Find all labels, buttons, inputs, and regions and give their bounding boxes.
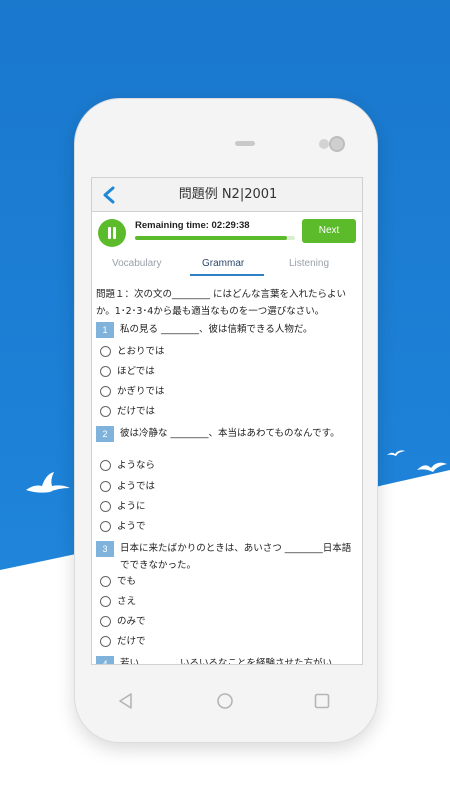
radio-button[interactable] (100, 576, 111, 587)
answer-option[interactable]: さえ (100, 594, 300, 610)
radio-button[interactable] (100, 501, 111, 512)
question-text: 若い________ いろいろなことを経験させた方がい (120, 658, 333, 665)
question-text: 私の見る ________、彼は信頼できる人物だ。 (120, 324, 313, 335)
radio-button[interactable] (100, 596, 111, 607)
instruction-text: 問題１：次の文の________ にはどんな言葉を入れたらよいか。1･2･3･4… (96, 289, 347, 317)
bird-icon (387, 450, 405, 456)
answer-option[interactable]: ようなら (100, 458, 300, 474)
question-number: 4 (96, 656, 114, 664)
radio-button[interactable] (100, 386, 111, 397)
bird-icon (26, 472, 70, 493)
option-label: かぎりでは (117, 386, 165, 397)
radio-button[interactable] (100, 636, 111, 647)
option-label: ようでは (117, 481, 156, 492)
square-recent-icon[interactable] (313, 692, 331, 710)
question-number: 3 (96, 541, 114, 557)
radio-button[interactable] (100, 346, 111, 357)
answer-option[interactable]: ほどでは (100, 364, 300, 380)
answer-option[interactable]: とおりでは (100, 344, 300, 360)
answer-option[interactable]: ようでは (100, 479, 300, 495)
answer-option[interactable]: だけでは (100, 404, 300, 420)
option-label: ようで (117, 521, 146, 532)
option-label: だけで (117, 636, 146, 647)
answer-option[interactable]: ようで (100, 519, 300, 535)
section-tabs: Vocabulary Grammar Listening (92, 254, 362, 280)
time-progress-bar (135, 236, 295, 240)
triangle-back-icon[interactable] (117, 692, 135, 710)
answer-option[interactable]: ように (100, 499, 300, 515)
app-screen: 問題例 N2|2001 Remaining time: 02:29:38 Nex… (91, 177, 363, 665)
speaker-grille (235, 141, 255, 146)
radio-button[interactable] (100, 406, 111, 417)
option-label: ようなら (117, 460, 156, 471)
option-label: だけでは (117, 406, 156, 417)
option-label: ように (117, 501, 146, 512)
system-nav-bar (91, 684, 363, 720)
answer-option[interactable]: でも (100, 574, 300, 590)
radio-button[interactable] (100, 521, 111, 532)
tab-grammar[interactable]: Grammar (202, 258, 244, 269)
time-progress-fill (135, 236, 287, 240)
answer-option[interactable]: かぎりでは (100, 384, 300, 400)
radio-button[interactable] (100, 616, 111, 627)
question-number: 1 (96, 322, 114, 338)
question-text: 日本に来たばかりのときは、あいさつ ________日本語でできなかった。 (120, 543, 352, 571)
radio-button[interactable] (100, 481, 111, 492)
active-tab-indicator (190, 274, 264, 276)
chevron-left-icon[interactable] (100, 185, 118, 205)
bird-icon (417, 462, 447, 472)
option-label: ほどでは (117, 366, 155, 377)
remaining-time: Remaining time: 02:29:38 (135, 220, 250, 231)
question-text: 彼は冷静な ________、本当はあわてものなんです。 (120, 428, 340, 439)
question-number: 2 (96, 426, 114, 442)
next-button[interactable]: Next (302, 219, 356, 243)
tab-vocabulary[interactable]: Vocabulary (112, 258, 161, 269)
answer-option[interactable]: だけで (100, 634, 300, 650)
option-label: のみで (117, 616, 146, 627)
timer-row: Remaining time: 02:29:38 Next (92, 212, 362, 254)
radio-button[interactable] (100, 366, 111, 377)
tab-listening[interactable]: Listening (289, 258, 329, 269)
circle-home-icon[interactable] (216, 692, 234, 710)
option-label: さえ (117, 596, 137, 607)
app-header: 問題例 N2|2001 (92, 178, 362, 212)
radio-button[interactable] (100, 460, 111, 471)
pause-button[interactable] (98, 219, 126, 247)
page-title: 問題例 N2|2001 (178, 187, 278, 202)
answer-option[interactable]: のみで (100, 614, 300, 630)
sensor-icon (319, 139, 329, 149)
option-label: とおりでは (117, 346, 165, 357)
option-label: でも (117, 576, 137, 587)
camera-icon (329, 136, 345, 152)
